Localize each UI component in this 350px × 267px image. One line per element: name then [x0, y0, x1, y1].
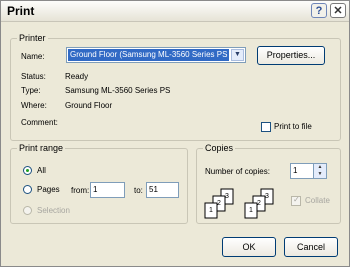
name-label: Name: [21, 52, 45, 61]
printer-group-label: Printer [17, 32, 48, 44]
number-of-copies-label: Number of copies: [205, 167, 270, 176]
number-of-copies-input[interactable]: 1 [290, 163, 314, 179]
collate-icon: 3 2 1 3 2 1 [204, 188, 274, 219]
all-radio[interactable] [23, 166, 32, 175]
spin-up-icon[interactable]: ▲ [314, 164, 326, 171]
to-input[interactable]: 51 [146, 182, 179, 198]
type-value: Samsung ML-3560 Series PS [65, 86, 171, 95]
spin-down-icon[interactable]: ▼ [314, 171, 326, 178]
copies-spin[interactable]: ▲ ▼ [313, 163, 327, 179]
type-label: Type: [21, 86, 41, 95]
all-label[interactable]: All [37, 166, 46, 176]
printer-name-value: Ground Floor (Samsung ML-3560 Series PS [68, 49, 229, 61]
to-label: to: [134, 186, 143, 195]
collate-checkbox[interactable] [291, 195, 301, 206]
chevron-down-icon[interactable]: ▼ [231, 49, 244, 61]
print-range-group-label: Print range [17, 142, 66, 154]
comment-label: Comment: [21, 118, 58, 127]
status-label: Status: [21, 72, 46, 81]
properties-button[interactable]: Properties... [257, 46, 325, 65]
pages-radio[interactable] [23, 185, 32, 194]
collate-digit-1a: 1 [209, 207, 213, 214]
help-button[interactable]: ? [311, 3, 327, 18]
selection-label[interactable]: Selection [37, 206, 70, 216]
ok-button[interactable]: OK [222, 237, 276, 257]
status-value: Ready [65, 72, 89, 81]
pages-label[interactable]: Pages [37, 185, 60, 195]
from-label: from: [71, 186, 90, 195]
collate-digit-3a: 3 [225, 193, 229, 200]
copies-group-label: Copies [203, 142, 236, 154]
collate-digit-2a: 2 [217, 200, 221, 207]
close-button[interactable]: ✕ [330, 3, 346, 18]
cancel-button[interactable]: Cancel [284, 237, 338, 257]
collate-digit-3b: 3 [265, 193, 269, 200]
print-to-file-checkbox[interactable] [261, 122, 271, 132]
printer-name-select[interactable]: Ground Floor (Samsung ML-3560 Series PS … [66, 47, 246, 63]
collate-label[interactable]: Collate [305, 196, 330, 206]
collate-digit-2b: 2 [257, 200, 261, 207]
title-bar[interactable]: Print ? ✕ [1, 1, 349, 22]
print-dialog: Print ? ✕ Printer Name: Ground Floor (Sa… [0, 0, 350, 267]
selection-radio[interactable] [23, 206, 32, 215]
where-label: Where: [21, 101, 47, 110]
print-to-file-label[interactable]: Print to file [274, 122, 312, 132]
window-title: Print [7, 4, 35, 18]
where-value: Ground Floor [65, 101, 113, 110]
collate-digit-1b: 1 [249, 207, 253, 214]
from-input[interactable]: 1 [90, 182, 125, 198]
